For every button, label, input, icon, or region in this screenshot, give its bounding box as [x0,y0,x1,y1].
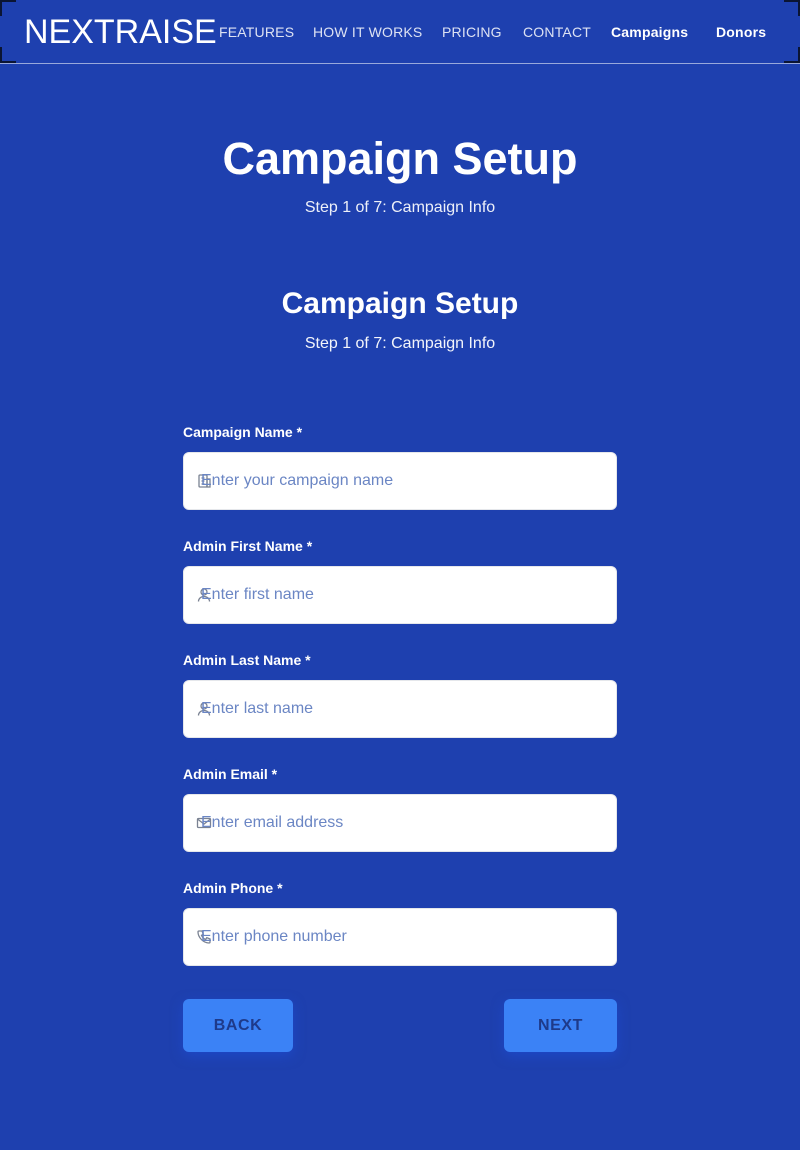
admin-phone-label: Admin Phone * [183,880,283,896]
frame-corner [0,47,16,63]
admin-phone-input[interactable] [184,909,616,965]
admin-last-name-field[interactable] [183,680,617,738]
admin-last-name-label: Admin Last Name * [183,652,311,668]
form-step-indicator: Step 1 of 7: Campaign Info [304,335,496,352]
nav-link-features[interactable]: FEATURES [219,24,294,40]
campaign-name-input[interactable] [184,453,616,509]
admin-last-name-input[interactable] [184,681,616,737]
nav-link-donors[interactable]: Donors [716,24,766,40]
page-title: Campaign Setup [222,133,578,184]
admin-email-input[interactable] [184,795,616,851]
admin-email-field[interactable] [183,794,617,852]
top-navbar: NEXTRAISE FEATURES HOW IT WORKS PRICING … [0,0,800,64]
admin-first-name-field[interactable] [183,566,617,624]
admin-first-name-label: Admin First Name * [183,538,313,554]
admin-email-label: Admin Email * [183,766,278,782]
nav-link-pricing[interactable]: PRICING [442,24,502,40]
frame-corner [0,0,16,16]
frame-corner [784,47,800,63]
form-title: Campaign Setup [281,287,519,320]
nav-link-how-it-works[interactable]: HOW IT WORKS [313,24,422,40]
campaign-name-field[interactable] [183,452,617,510]
next-button[interactable]: NEXT [504,999,617,1052]
nav-link-contact[interactable]: CONTACT [523,24,591,40]
page-subtitle: Step 1 of 7: Campaign Info [304,199,496,216]
back-button[interactable]: BACK [183,999,293,1052]
admin-first-name-input[interactable] [184,567,616,623]
nav-link-campaigns[interactable]: Campaigns [611,24,688,40]
admin-phone-field[interactable] [183,908,617,966]
frame-corner [784,0,800,16]
campaign-name-label: Campaign Name * [183,424,303,440]
brand-logo[interactable]: NEXTRAISE [24,13,217,51]
